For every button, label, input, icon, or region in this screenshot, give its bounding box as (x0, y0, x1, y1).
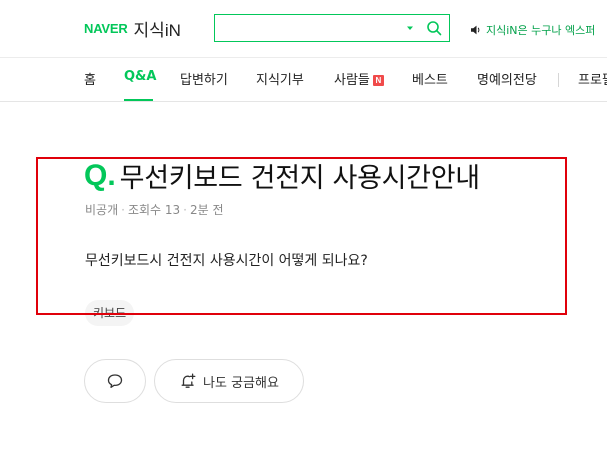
dropdown-arrow-icon[interactable] (405, 23, 415, 33)
nav-item-people[interactable]: 사람들 N (334, 69, 384, 88)
jisikin-logo-text[interactable]: 지식iN (134, 16, 181, 41)
question-title: 무선키보드 건전지 사용시간안내 (119, 163, 480, 194)
tag-chip[interactable]: 키보드 (85, 300, 135, 326)
nav-item-best[interactable]: 베스트 (412, 69, 448, 88)
main-nav: 홈 Q&A 답변하기 지식기부 사람들N 베스트 명예의전당 프로필 (0, 58, 607, 102)
meta-separator: · (121, 203, 125, 217)
meta-separator: · (183, 203, 187, 217)
top-header: NAVER 지식iN 지식iN은 누구나 엑스퍼 (0, 0, 607, 58)
search-box[interactable] (214, 14, 450, 42)
nav-item-answer[interactable]: 답변하기 (180, 69, 228, 88)
naver-logo-text[interactable]: NAVER (84, 21, 128, 36)
active-tab-underline (124, 99, 153, 101)
speaker-icon (471, 25, 480, 35)
search-icon[interactable] (426, 20, 442, 36)
nav-item-home[interactable]: 홈 (84, 69, 96, 88)
nav-item-people-label: 사람들 (334, 73, 370, 88)
naver-jisikin-logo[interactable]: NAVER 지식iN (84, 16, 181, 41)
question-title-row: Q. 무선키보드 건전지 사용시간안내 (84, 156, 480, 195)
curious-button[interactable]: 나도 궁금해요 (154, 359, 304, 403)
notice-banner[interactable]: 지식iN은 누구나 엑스퍼 (470, 22, 595, 38)
notice-text[interactable]: 지식iN은 누구나 엑스퍼 (486, 22, 595, 38)
comment-button[interactable] (84, 359, 146, 403)
search-input[interactable] (221, 18, 401, 40)
nav-item-qna[interactable]: Q&A (124, 69, 156, 84)
visibility-label: 비공개 (85, 203, 119, 217)
question-body: 무선키보드시 건전지 사용시간이 어떻게 되나요? (85, 253, 368, 269)
question-mark-label: Q. (84, 158, 116, 192)
posted-time: 2분 전 (190, 203, 224, 217)
new-badge: N (372, 75, 384, 86)
view-count: 조회수 13 (127, 203, 181, 217)
curious-button-label: 나도 궁금해요 (203, 375, 279, 391)
nav-item-donate[interactable]: 지식기부 (256, 69, 304, 88)
question-meta: 비공개 · 조회수 13 · 2분 전 (85, 201, 224, 218)
nav-item-profile[interactable]: 프로필 (578, 69, 607, 88)
nav-divider (558, 73, 559, 87)
bell-plus-icon (181, 373, 196, 388)
nav-item-hall-of-fame[interactable]: 명예의전당 (477, 69, 537, 88)
comment-bubble-icon (107, 374, 123, 388)
